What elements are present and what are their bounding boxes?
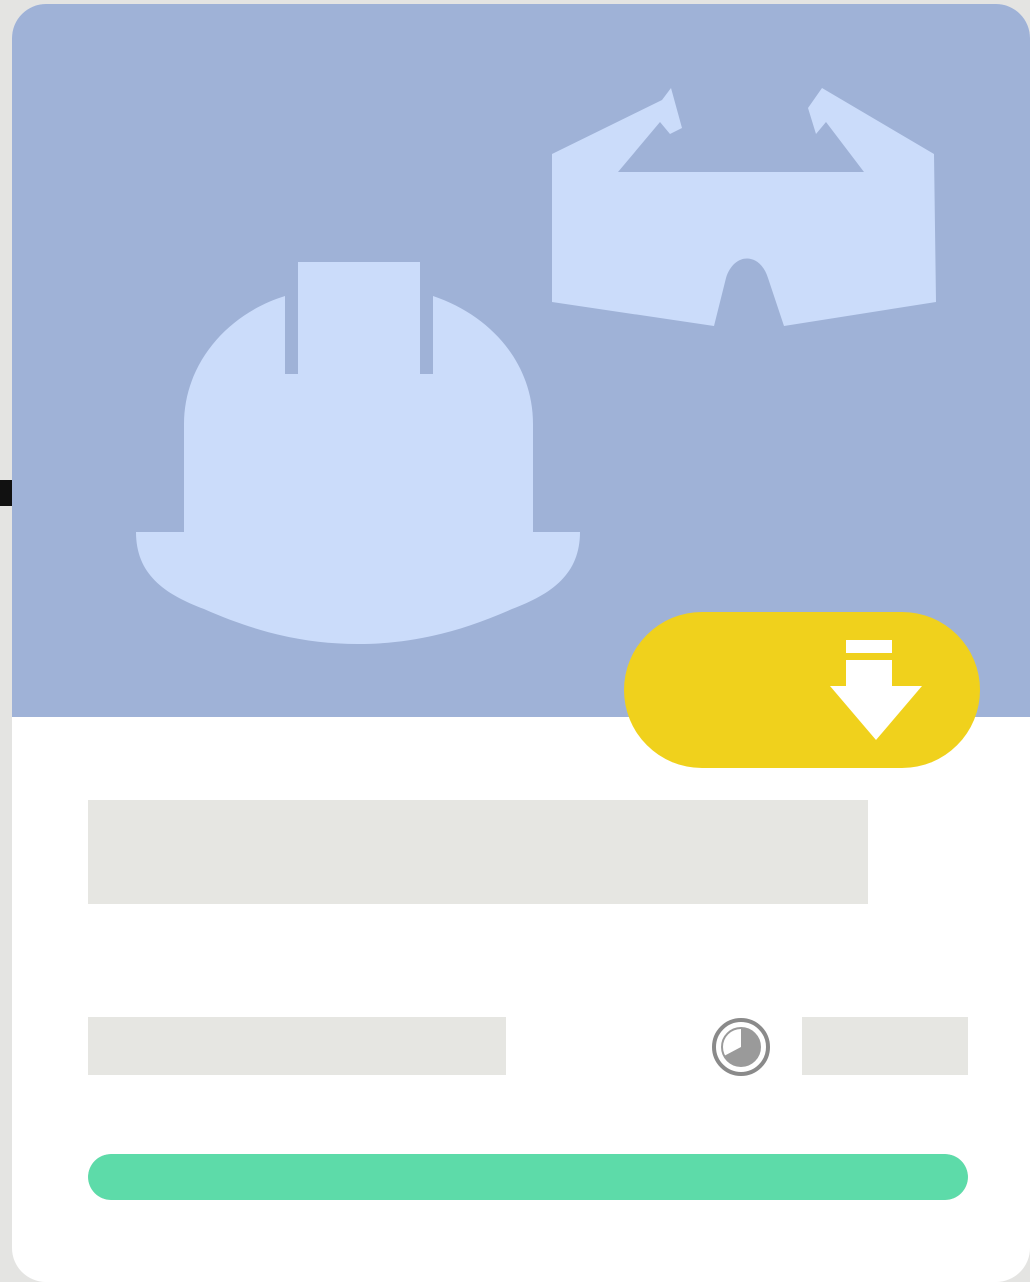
download-button[interactable] (624, 612, 980, 768)
clock-icon (712, 1018, 770, 1076)
card-hero-image (12, 4, 1030, 717)
download-arrow-icon (830, 640, 922, 740)
duration-placeholder (802, 1017, 968, 1075)
background-edge-mark (0, 480, 12, 506)
meta-placeholder (88, 1017, 506, 1075)
progress-bar-fill (88, 1154, 968, 1200)
hero-background (12, 4, 1030, 717)
course-card[interactable] (12, 4, 1030, 1282)
title-placeholder (88, 800, 868, 904)
progress-bar (88, 1154, 968, 1200)
